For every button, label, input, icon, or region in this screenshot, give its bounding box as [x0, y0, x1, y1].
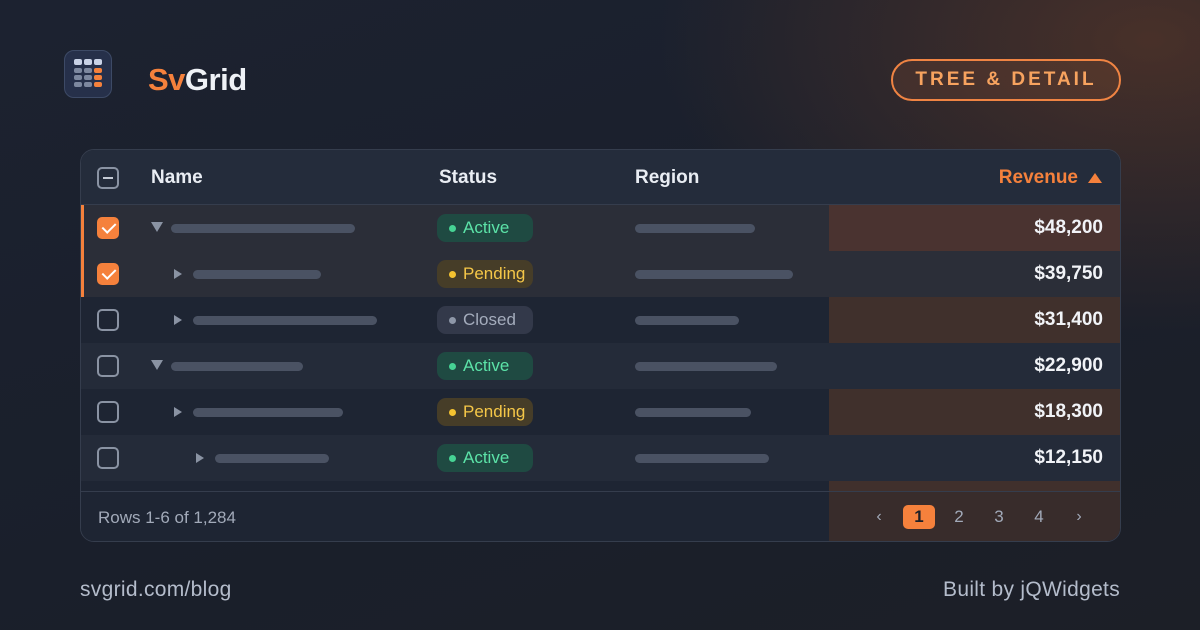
- status-badge: Active: [437, 444, 533, 472]
- table-row[interactable]: Active $12,150: [81, 435, 1120, 481]
- status-dot: [449, 362, 456, 370]
- status-label: Active: [463, 448, 510, 467]
- pager-next-button[interactable]: ›: [1072, 505, 1086, 529]
- row-checkbox[interactable]: [97, 447, 119, 469]
- selection-indicator: [81, 205, 84, 251]
- column-header-name[interactable]: Name: [151, 150, 203, 205]
- revenue-cell: $31,400: [829, 297, 1120, 343]
- selection-indicator: [81, 251, 84, 297]
- table-row[interactable]: Pending $39,750: [81, 251, 1120, 297]
- revenue-cell: $48,200: [829, 205, 1120, 251]
- name-placeholder: [193, 270, 321, 279]
- revenue-cell: $22,900: [829, 343, 1120, 389]
- revenue-value: $48,200: [1034, 217, 1103, 238]
- name-placeholder: [193, 316, 377, 325]
- revenue-column-highlight: [829, 481, 1120, 491]
- status-label: Active: [463, 218, 510, 237]
- pager-prev-button[interactable]: ‹: [872, 505, 886, 529]
- brand-prefix: Sv: [148, 62, 185, 97]
- column-header-revenue-label: Revenue: [998, 167, 1078, 188]
- name-placeholder: [215, 454, 329, 463]
- row-checkbox[interactable]: [97, 355, 119, 377]
- region-placeholder: [635, 362, 777, 371]
- revenue-cell: $39,750: [829, 251, 1120, 297]
- brand-logo-text: SvGrid: [148, 58, 247, 102]
- row-checkbox[interactable]: [97, 401, 119, 423]
- revenue-value: $12,150: [1034, 447, 1103, 468]
- status-dot: [449, 454, 456, 462]
- region-placeholder: [635, 224, 755, 233]
- revenue-cell: $12,150: [829, 435, 1120, 481]
- column-header-status[interactable]: Status: [439, 150, 497, 205]
- row-checkbox[interactable]: [97, 263, 119, 285]
- pager-page-2[interactable]: 2: [943, 505, 975, 529]
- expand-toggle-icon[interactable]: [196, 453, 204, 463]
- column-header-region[interactable]: Region: [635, 150, 699, 205]
- status-dot: [449, 224, 456, 232]
- table-row[interactable]: Active $48,200: [81, 205, 1120, 251]
- revenue-cell: $18,300: [829, 389, 1120, 435]
- status-label: Pending: [463, 402, 526, 421]
- data-grid: Name Status Region Revenue Active $48,20…: [80, 149, 1121, 542]
- status-dot: [449, 316, 456, 324]
- revenue-value: $22,900: [1034, 355, 1103, 376]
- sort-ascending-icon: [1088, 172, 1102, 183]
- status-dot: [449, 408, 456, 416]
- name-placeholder: [171, 362, 303, 371]
- spreadsheet-grid-icon: [64, 50, 112, 98]
- feature-badge: TREE & DETAIL: [891, 59, 1121, 101]
- status-badge: Active: [437, 214, 533, 242]
- column-header-revenue[interactable]: Revenue: [999, 150, 1102, 205]
- region-placeholder: [635, 454, 769, 463]
- table-row[interactable]: Closed $31,400: [81, 297, 1120, 343]
- status-label: Closed: [463, 310, 516, 329]
- expand-toggle-icon[interactable]: [151, 222, 163, 232]
- blog-url[interactable]: svgrid.com/blog: [80, 578, 232, 602]
- table-row[interactable]: Active $22,900: [81, 343, 1120, 389]
- revenue-value: $18,300: [1034, 401, 1103, 422]
- expand-toggle-icon[interactable]: [174, 407, 182, 417]
- credit-text: Built by jQWidgets: [943, 578, 1120, 601]
- select-all-checkbox[interactable]: [97, 167, 119, 189]
- expand-toggle-icon[interactable]: [151, 360, 163, 370]
- status-badge: Pending: [437, 260, 533, 288]
- status-label: Pending: [463, 264, 526, 283]
- pager-page-1[interactable]: 1: [903, 505, 935, 529]
- status-badge: Pending: [437, 398, 533, 426]
- grid-header: Name Status Region Revenue: [81, 150, 1120, 205]
- status-badge: Active: [437, 352, 533, 380]
- name-placeholder: [171, 224, 355, 233]
- revenue-value: $39,750: [1034, 263, 1103, 284]
- rows-info: Rows 1-6 of 1,284: [98, 508, 236, 527]
- status-dot: [449, 270, 456, 278]
- region-placeholder: [635, 316, 739, 325]
- expand-toggle-icon[interactable]: [174, 315, 182, 325]
- grid-footer: Rows 1-6 of 1,284 ‹ 1 2 3 4 ›: [81, 491, 1120, 541]
- region-placeholder: [635, 408, 751, 417]
- name-placeholder: [193, 408, 343, 417]
- revenue-value: $31,400: [1034, 309, 1103, 330]
- row-checkbox[interactable]: [97, 217, 119, 239]
- brand-suffix: Grid: [184, 62, 247, 97]
- status-badge: Closed: [437, 306, 533, 334]
- region-placeholder: [635, 270, 793, 279]
- row-checkbox[interactable]: [97, 309, 119, 331]
- table-row[interactable]: Pending $18,300: [81, 389, 1120, 435]
- pager-page-4[interactable]: 4: [1023, 505, 1055, 529]
- pager-page-3[interactable]: 3: [983, 505, 1015, 529]
- expand-toggle-icon[interactable]: [174, 269, 182, 279]
- status-label: Active: [463, 356, 510, 375]
